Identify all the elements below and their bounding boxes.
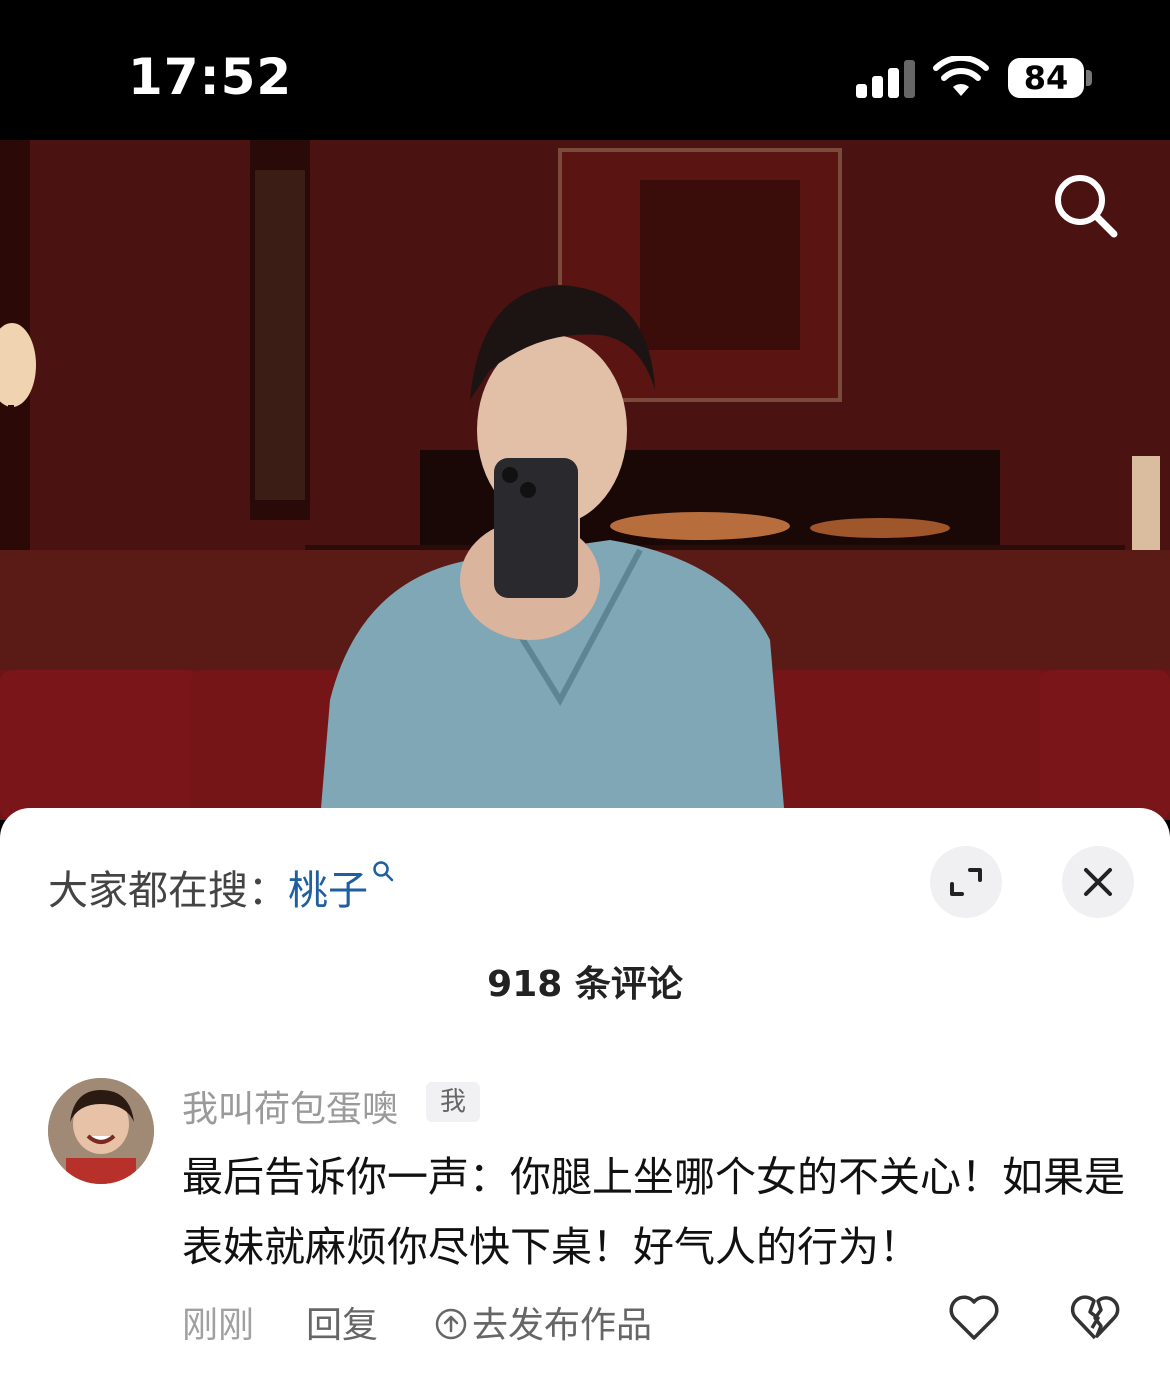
trending-search-keyword[interactable]: 桃子 (288, 868, 368, 914)
trending-search[interactable]: 大家都在搜：桃子 (48, 858, 394, 916)
cellular-signal-icon (856, 58, 916, 98)
comment-time: 刚刚 (182, 1305, 255, 1346)
publish-label: 去发布作品 (472, 1305, 653, 1346)
close-button[interactable] (1062, 846, 1134, 918)
video-frame (0, 140, 1170, 820)
comment-username[interactable]: 我叫荷包蛋噢 (182, 1080, 398, 1132)
expand-button[interactable] (930, 846, 1002, 918)
avatar[interactable] (48, 1078, 154, 1184)
publish-button[interactable]: 去发布作品 (434, 1296, 652, 1348)
battery-indicator: 84 (1008, 58, 1084, 98)
expand-icon (950, 868, 982, 896)
close-icon (1084, 868, 1112, 896)
trending-search-prefix: 大家都在搜： (48, 868, 288, 914)
search-icon[interactable] (1050, 170, 1122, 242)
me-badge: 我 (426, 1082, 480, 1122)
search-small-icon (373, 861, 394, 882)
heart-icon[interactable] (948, 1294, 1000, 1342)
video-player[interactable] (0, 140, 1170, 820)
broken-heart-icon[interactable] (1070, 1294, 1120, 1342)
comment-text[interactable]: 最后告诉你一声：你腿上坐哪个女的不关心！如果是表妹就麻烦你尽快下桌！好气人的行为… (182, 1142, 1132, 1282)
reply-button[interactable]: 回复 (306, 1296, 378, 1348)
avatar-image (48, 1078, 154, 1184)
status-bar: 17:52 84 (0, 0, 1170, 140)
battery-tip (1086, 70, 1092, 86)
comment-count: 918 条评论 (487, 964, 683, 1005)
wifi-icon (933, 56, 989, 96)
upload-circle-icon (435, 1308, 467, 1340)
clock: 17:52 (128, 48, 293, 106)
